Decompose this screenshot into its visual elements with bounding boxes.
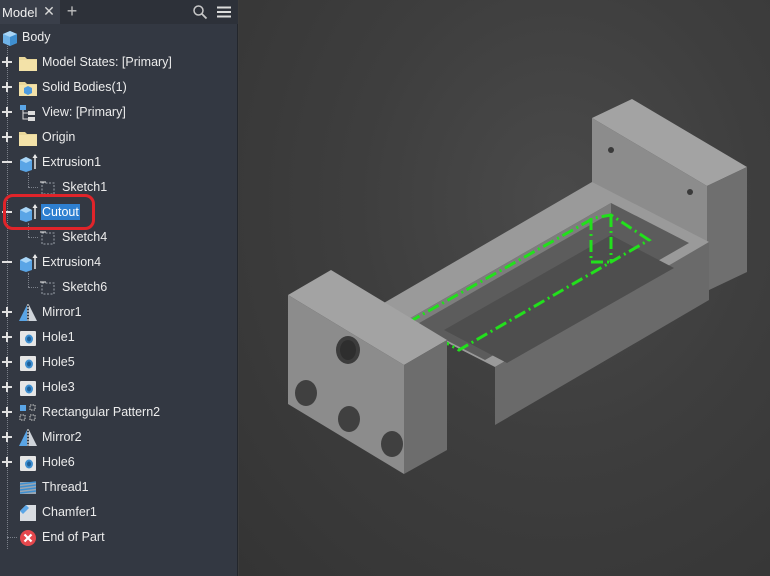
folder-icon <box>19 132 37 146</box>
tree-item-extrusion4[interactable]: Extrusion4 <box>0 250 238 275</box>
back-block-hole <box>687 189 693 195</box>
hole-icon <box>20 356 36 371</box>
tree-item-mirror1[interactable]: Mirror1 <box>0 300 238 325</box>
folder-solid-icon <box>19 82 37 96</box>
tree-item-label: Extrusion4 <box>42 255 102 269</box>
end-of-part-icon <box>20 530 36 546</box>
tree-item-label: Chamfer1 <box>42 505 97 519</box>
tree-item-thread1[interactable]: Thread1 <box>0 475 238 500</box>
tree-item-label: View: [Primary] <box>42 105 126 119</box>
tab-model[interactable]: Model ✕ <box>0 0 60 24</box>
graphics-viewport[interactable] <box>239 0 770 576</box>
browser-tab-bar: Model ✕ + <box>0 0 238 24</box>
hole-icon <box>20 456 36 471</box>
extrusion-icon <box>20 154 38 172</box>
expand-plus-icon[interactable] <box>1 106 13 118</box>
folder-icon <box>19 57 37 71</box>
tree-item-origin[interactable]: Origin <box>0 125 238 150</box>
view-tree-icon <box>20 105 35 121</box>
tree-item-hole6[interactable]: Hole6 <box>0 450 238 475</box>
tree-item-label: Hole3 <box>42 380 75 394</box>
3d-part-model[interactable] <box>239 0 770 576</box>
expand-plus-icon[interactable] <box>1 306 13 318</box>
collapse-minus-icon[interactable] <box>1 156 13 168</box>
tree-item-body[interactable]: Body <box>0 25 238 50</box>
tree-item-label: Hole6 <box>42 455 75 469</box>
expand-plus-icon[interactable] <box>1 406 13 418</box>
hole-icon <box>20 381 36 396</box>
counterbore-hole <box>295 380 317 406</box>
tree-item-label: Mirror1 <box>42 305 82 319</box>
collapse-minus-icon[interactable] <box>1 256 13 268</box>
tree-item-label: End of Part <box>42 530 105 544</box>
expand-plus-icon[interactable] <box>1 131 13 143</box>
tree-item-label: Mirror2 <box>42 430 82 444</box>
model-tree: Body Model States: [Primary] Solid Bodie… <box>0 25 238 576</box>
chamfer-icon <box>20 505 36 521</box>
tree-item-end-of-part[interactable]: End of Part <box>0 525 238 550</box>
tree-item-chamfer1[interactable]: Chamfer1 <box>0 500 238 525</box>
expand-plus-icon[interactable] <box>1 456 13 468</box>
tree-item-mirror2[interactable]: Mirror2 <box>0 425 238 450</box>
expand-plus-icon[interactable] <box>1 331 13 343</box>
back-block-hole <box>608 147 614 153</box>
hole-icon <box>20 331 36 346</box>
sketch-icon <box>40 231 55 245</box>
expand-plus-icon[interactable] <box>1 381 13 393</box>
rectangular-pattern-icon <box>19 404 36 421</box>
tree-item-label: Extrusion1 <box>42 155 102 169</box>
tree-item-sketch6[interactable]: Sketch6 <box>0 275 238 300</box>
add-tab-icon[interactable]: + <box>64 2 80 20</box>
tree-item-extrusion1[interactable]: Extrusion1 <box>0 150 238 175</box>
tree-item-label: Body <box>22 30 51 44</box>
tree-item-hole3[interactable]: Hole3 <box>0 375 238 400</box>
counterbore-hole <box>338 406 360 432</box>
tree-item-label: Model States: [Primary] <box>42 55 172 69</box>
tree-item-rectangular-pattern2[interactable]: Rectangular Pattern2 <box>0 400 238 425</box>
tree-item-label: Hole5 <box>42 355 75 369</box>
expand-plus-icon[interactable] <box>1 56 13 68</box>
close-icon[interactable]: ✕ <box>42 4 56 18</box>
mirror-icon <box>19 304 37 322</box>
tree-item-label: Sketch1 <box>62 180 108 194</box>
callout-ring <box>3 194 95 230</box>
tree-item-model-states[interactable]: Model States: [Primary] <box>0 50 238 75</box>
hamburger-menu-icon[interactable] <box>216 4 232 20</box>
sketch-icon <box>40 281 55 295</box>
tree-item-solid-bodies[interactable]: Solid Bodies(1) <box>0 75 238 100</box>
tree-item-label: Solid Bodies(1) <box>42 80 127 94</box>
expand-plus-icon[interactable] <box>1 81 13 93</box>
expand-plus-icon[interactable] <box>1 431 13 443</box>
tree-item-label: Sketch4 <box>62 230 108 244</box>
counterbore-hole <box>381 431 403 457</box>
back-block-side-face <box>707 167 747 291</box>
tree-item-label: Thread1 <box>42 480 89 494</box>
expand-plus-icon[interactable] <box>1 356 13 368</box>
part-body-icon <box>3 31 17 46</box>
tree-item-label: Rectangular Pattern2 <box>42 405 161 419</box>
model-browser-panel: Model ✕ + Body Model States: [Primary] S… <box>0 0 238 576</box>
tree-item-label: Sketch6 <box>62 280 108 294</box>
tree-item-label: Origin <box>42 130 76 144</box>
threaded-hole-inner <box>340 340 356 360</box>
tree-item-view[interactable]: View: [Primary] <box>0 100 238 125</box>
search-icon[interactable] <box>192 4 208 20</box>
tree-item-hole5[interactable]: Hole5 <box>0 350 238 375</box>
thread-icon <box>19 481 37 494</box>
extrusion-icon <box>20 254 38 272</box>
tab-model-label: Model <box>2 4 38 20</box>
tree-item-hole1[interactable]: Hole1 <box>0 325 238 350</box>
tree-item-label: Hole1 <box>42 330 75 344</box>
mirror-icon <box>19 429 37 447</box>
